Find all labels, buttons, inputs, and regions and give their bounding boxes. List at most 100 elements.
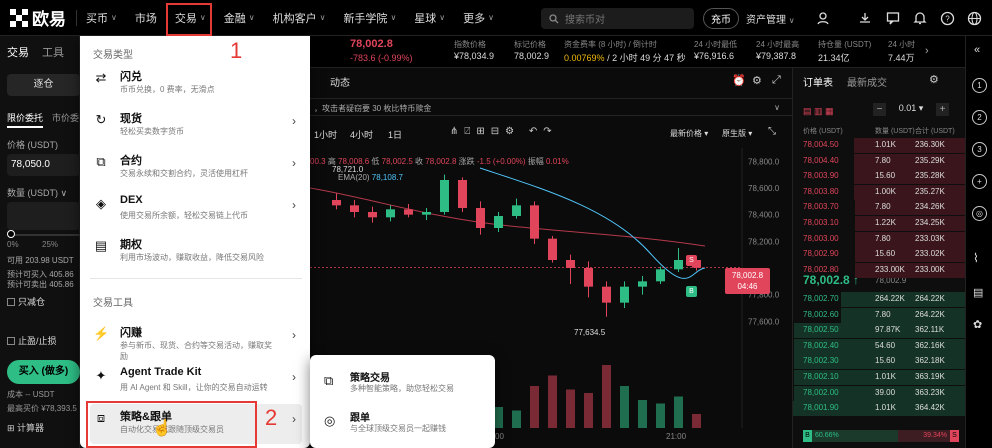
volume-bar: [548, 375, 557, 428]
tab-recent-trades[interactable]: 最新成交: [847, 74, 887, 89]
menu-item-spot[interactable]: ↻ 现货 轻松买卖数字货币 ›: [90, 106, 302, 146]
contract-icon: ⧉: [96, 154, 106, 169]
submenu-copy-trading[interactable]: ◎ 跟单 与全球顶级交易员一起赚钱: [320, 407, 490, 443]
nav-item-7[interactable]: 更多 ∨: [454, 10, 503, 26]
y-axis-label: 78,600.0: [748, 184, 780, 193]
interval-1d[interactable]: 1日: [388, 128, 402, 141]
ticker-next-icon[interactable]: ›: [925, 45, 929, 57]
tab-limit-order[interactable]: 限价委托: [7, 111, 44, 128]
orderbook-settings-icon[interactable]: ⚙: [929, 73, 939, 86]
interval-1h[interactable]: 1小时: [314, 128, 337, 141]
quantity-slider[interactable]: [10, 234, 80, 236]
24h-volume-value: 7.44万: [888, 53, 915, 63]
order-book-panel: 订单表 最新成交 ⚙ ▤ ▥ ▦ − 0.01 ▾ + 价格 (USDT) 数量…: [792, 68, 966, 448]
chart-icon[interactable]: ⌇: [973, 251, 979, 265]
menu-item-options[interactable]: ▤ 期权 利用市场波动，赚取收益，降低交易风险: [90, 232, 302, 272]
expand-icon[interactable]: ⤢: [772, 74, 781, 87]
calculator-button[interactable]: ⊞ 计算器: [7, 421, 44, 434]
precision-select[interactable]: 0.01 ▾: [891, 103, 931, 116]
orderbook-row[interactable]: 78,004.50 1.01K 236.30K: [793, 138, 966, 153]
orderbook-row[interactable]: 78,003.90 15.60 235.28K: [793, 169, 966, 185]
menu-item-contract[interactable]: ⧉ 合约 交易永续和交割合约，灵活使用杠杆 ›: [90, 148, 302, 188]
orderbook-row[interactable]: 78,002.80 233.00K 233.00K: [793, 262, 966, 278]
menu-item-dex[interactable]: ◈ DEX 使用交易所余额，轻松交易链上代币 ›: [90, 190, 302, 230]
slider-handle[interactable]: [7, 230, 15, 238]
precision-plus[interactable]: +: [936, 103, 949, 116]
price-input[interactable]: 78,050.0: [7, 154, 80, 176]
price-type-select[interactable]: 最新价格 ▾: [670, 128, 708, 139]
orderbook-view-icon[interactable]: ▤ ▥ ▦: [803, 106, 834, 117]
quantity-input[interactable]: [7, 202, 80, 230]
search-input[interactable]: 搜索币对: [541, 8, 694, 29]
available-balance: 可用 203.98 USDT: [7, 256, 74, 265]
globe-panel-icon[interactable]: ◎: [972, 206, 987, 221]
message-icon[interactable]: [885, 10, 901, 26]
volume-bar: [692, 414, 701, 428]
tab-feed[interactable]: 动态: [330, 74, 350, 89]
panel-2-icon[interactable]: 2: [972, 110, 987, 125]
globe-icon[interactable]: [966, 10, 982, 26]
user-icon[interactable]: [815, 10, 831, 26]
nav-item-1[interactable]: 市场: [126, 10, 166, 26]
panel-3-icon[interactable]: 3: [972, 142, 987, 157]
ticker-bar: 78,002.8 -783.6 (-0.99%) 指数价格 ¥78,034.9 …: [310, 36, 965, 68]
orderbook-row[interactable]: 78,002.00 39.00 363.23K: [793, 385, 966, 401]
tab-trade[interactable]: 交易: [7, 44, 29, 60]
orderbook-row[interactable]: 78,003.70 7.80 234.26K: [793, 200, 966, 216]
orderbook-row[interactable]: 78,002.70 264.22K 264.22K: [793, 292, 966, 307]
asset-management-menu[interactable]: 资产管理 ∨: [746, 11, 795, 26]
orderbook-row[interactable]: 78,004.40 7.80 235.29K: [793, 153, 966, 169]
tab-market-order[interactable]: 市价委: [52, 111, 79, 124]
deposit-button[interactable]: 充币: [703, 8, 739, 29]
margin-mode-select[interactable]: 逐仓: [7, 74, 80, 96]
news-ticker[interactable]: ，攻击者疑窃要 30 枚比特币赎金 ∨: [310, 98, 792, 116]
orderbook-row[interactable]: 78,002.60 7.80 264.22K: [793, 307, 966, 323]
chart-tools-icons[interactable]: ⋔⍁⊞⊟⚙ ↶↷: [450, 126, 558, 137]
panel-1-icon[interactable]: 1: [972, 78, 987, 93]
menu-item-agent[interactable]: ✦ Agent Trade Kit 用 AI Agent 和 Skill，让你的交易…: [90, 362, 302, 402]
tab-tools[interactable]: 工具: [42, 44, 64, 60]
step-marker-1: 1: [230, 38, 243, 63]
alarm-icon[interactable]: ⏰: [732, 74, 746, 87]
nav-item-4[interactable]: 机构客户 ∨: [264, 10, 335, 26]
orderbook-row[interactable]: 78,002.40 54.60 362.16K: [793, 338, 966, 354]
notification-bell-icon[interactable]: [912, 10, 928, 26]
orderbook-row[interactable]: 78,003.00 7.80 233.03K: [793, 231, 966, 247]
menu-item-exchange[interactable]: ⇄ 闪兑 币币兑换，0 费率，无滑点: [90, 64, 302, 104]
notes-icon[interactable]: ▤: [973, 286, 983, 299]
gift-icon[interactable]: ✿: [973, 318, 982, 331]
orderbook-row[interactable]: 78,002.90 15.60 233.02K: [793, 247, 966, 263]
orderbook-row[interactable]: 78,003.10 1.22K 234.25K: [793, 216, 966, 231]
price-change: -783.6 (-0.99%): [350, 53, 413, 63]
help-icon[interactable]: ?: [939, 10, 955, 26]
orderbook-row[interactable]: 78,002.10 1.01K 363.19K: [793, 370, 966, 385]
chart-style-select[interactable]: 原生版 ▾: [722, 128, 752, 139]
add-icon[interactable]: +: [972, 174, 987, 189]
collapse-icon[interactable]: «: [974, 44, 980, 56]
fullscreen-icon[interactable]: ⤡: [768, 126, 776, 137]
candle-body: [530, 205, 539, 239]
download-icon[interactable]: [857, 10, 873, 26]
orderbook-row[interactable]: 78,001.90 1.01K 364.42K: [793, 401, 966, 417]
tpsl-checkbox[interactable]: 止盈/止损: [7, 334, 57, 347]
nav-item-3[interactable]: 金融 ∨: [215, 10, 264, 26]
nav-item-6[interactable]: 星球 ∨: [405, 10, 454, 26]
precision-minus[interactable]: −: [873, 103, 886, 116]
dex-icon: ◈: [96, 196, 106, 211]
funding-rate-value: 0.00769% / 2 小时 49 分 47 秒: [564, 53, 686, 63]
tab-orderbook[interactable]: 订单表: [803, 74, 833, 89]
24h-low-label: 24 小时最低: [694, 40, 738, 49]
volume-bar: [530, 386, 539, 428]
orderbook-row[interactable]: 78,002.30 15.60 362.18K: [793, 354, 966, 370]
reduce-only-checkbox[interactable]: 只减仓: [7, 295, 45, 308]
nav-item-0[interactable]: 买币 ∨: [77, 10, 126, 26]
menu-item-flash[interactable]: ⚡ 闪赚 参与新币、现货、合约等交易活动，赚取奖励 ›: [90, 320, 302, 361]
orderbook-row[interactable]: 78,003.80 1.00K 235.27K: [793, 184, 966, 200]
okx-logo[interactable]: 欧易: [10, 5, 66, 30]
nav-item-5[interactable]: 新手学院 ∨: [334, 10, 405, 26]
submenu-strategy-trading[interactable]: ⧉ 策略交易 多种智能策略，助您轻松交易: [320, 367, 490, 403]
buy-long-button[interactable]: 买入 (做多): [7, 360, 80, 384]
settings-icon[interactable]: ⚙: [752, 74, 762, 87]
interval-4h[interactable]: 4小时: [350, 128, 373, 141]
orderbook-row[interactable]: 78,002.50 97.87K 362.11K: [793, 323, 966, 339]
